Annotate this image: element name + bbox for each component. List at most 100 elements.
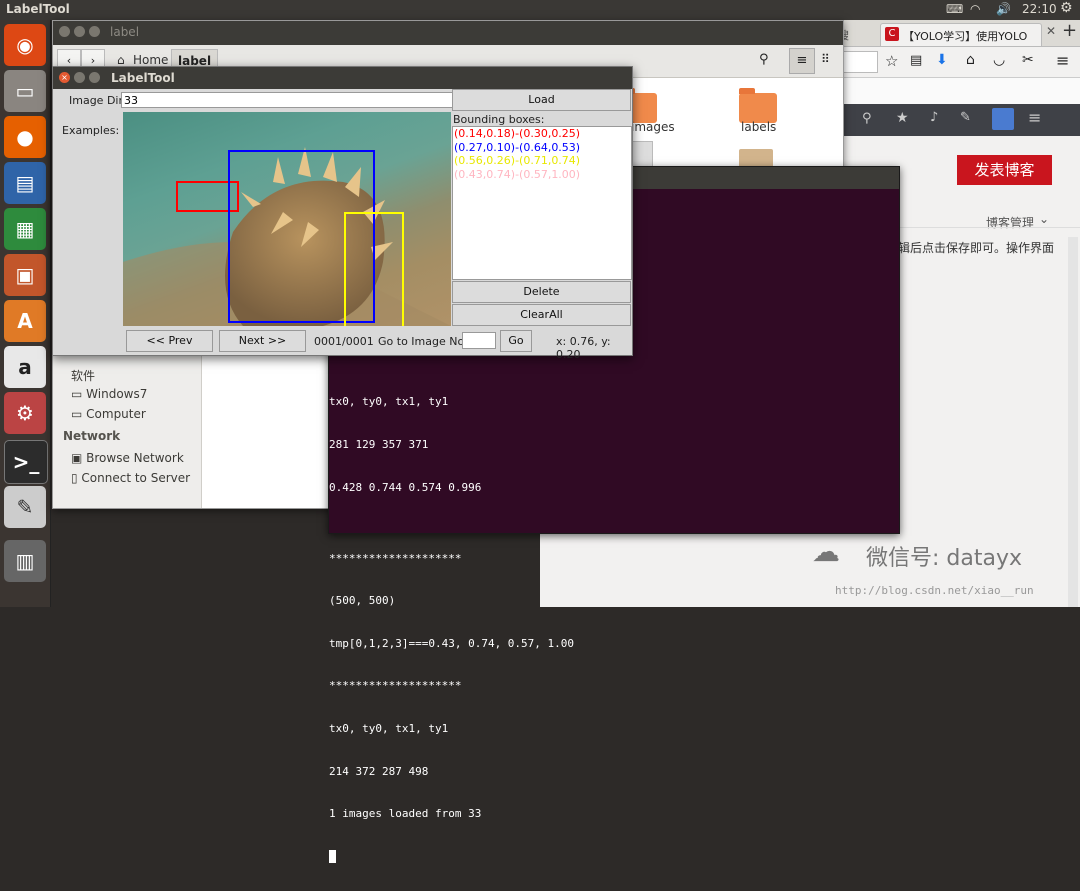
sidebar-item-label: Windows7 <box>86 387 148 401</box>
keyboard-icon[interactable]: ⌨ <box>946 2 963 16</box>
close-icon[interactable] <box>59 26 70 37</box>
chevron-down-icon[interactable]: ⌄ <box>1039 212 1049 226</box>
home-icon[interactable]: ⌂ <box>966 52 975 68</box>
clear-all-button[interactable]: ClearAll <box>452 304 631 326</box>
labeltool-titlebar: × LabelTool <box>53 67 632 89</box>
next-button[interactable]: Next >> <box>219 330 306 352</box>
pocket-icon[interactable]: ◡ <box>993 52 1005 68</box>
reading-list-icon[interactable]: ▤ <box>910 53 922 68</box>
maximize-icon[interactable] <box>89 26 100 37</box>
workspace-switcher-icon[interactable]: ▥ <box>4 540 46 582</box>
ubuntu-dash-icon[interactable]: ◉ <box>4 24 46 66</box>
window-title: LabelTool <box>111 71 175 85</box>
minimize-icon[interactable] <box>74 26 85 37</box>
drive-icon: ▭ <box>71 407 87 421</box>
load-button[interactable]: Load <box>452 89 631 111</box>
bbox-rect-yellow[interactable] <box>344 212 404 326</box>
image-dir-label: Image Dir: <box>69 94 127 107</box>
network-icon: ▣ <box>71 451 87 465</box>
top-panel: LabelTool ⌨ ◠ 🔊 22:10 ⚙ <box>0 0 1080 20</box>
close-icon[interactable]: × <box>59 72 70 83</box>
list-item[interactable]: (0.43,0.74)-(0.57,1.00) <box>453 168 631 182</box>
goto-image-input[interactable] <box>462 332 496 349</box>
terminal-line: tx0, ty0, tx1, ty1 <box>329 395 449 409</box>
csdn-favicon-icon: C <box>885 27 899 41</box>
sidebar-item-connect-server[interactable]: ▯ Connect to Server <box>71 471 190 485</box>
bbox-listbox[interactable]: (0.14,0.18)-(0.30,0.25) (0.27,0.10)-(0.6… <box>452 126 632 280</box>
terminal-line: 281 129 357 371 <box>329 438 429 452</box>
watermark-wechat: 微信号: datayx <box>866 546 1022 571</box>
csdn-toolbar: ⚲ ★ ♪ ✎ ≡ <box>840 104 1080 136</box>
drive-icon: ▭ <box>71 387 87 401</box>
avatar[interactable] <box>992 108 1014 130</box>
search-icon[interactable]: ⚲ <box>759 52 769 67</box>
active-app-title: LabelTool <box>6 2 70 16</box>
list-view-icon[interactable]: ≡ <box>789 48 815 74</box>
text-editor-icon[interactable]: ✎ <box>4 486 46 528</box>
sidebar-item-partial[interactable]: 软件 <box>71 367 95 384</box>
sidebar-item-label: Connect to Server <box>81 471 191 485</box>
software-center-icon[interactable]: A <box>4 300 46 342</box>
sidebar-item-windows7[interactable]: ▭ Windows7 <box>71 387 147 401</box>
sidebar-item-computer[interactable]: ▭ Computer <box>71 407 146 421</box>
folder-labels-label[interactable]: labels <box>741 120 776 134</box>
terminal-line: ******************** <box>329 679 462 693</box>
annotated-image[interactable] <box>123 112 451 326</box>
prev-button[interactable]: << Prev <box>126 330 213 352</box>
tab-close-icon[interactable]: ✕ <box>1046 24 1056 38</box>
favorite-star-icon[interactable]: ★ <box>896 110 909 126</box>
post-blog-button[interactable]: 发表博客 <box>957 155 1052 185</box>
clock[interactable]: 22:10 <box>1022 2 1057 16</box>
writer-icon[interactable]: ▤ <box>4 162 46 204</box>
extension-icon[interactable]: ✂ <box>1022 52 1034 68</box>
terminal-line: tx0, ty0, tx1, ty1 <box>329 722 449 736</box>
search-field[interactable] <box>840 51 878 73</box>
amazon-icon[interactable]: a <box>4 346 46 388</box>
path-home[interactable]: Home <box>133 53 168 67</box>
list-item[interactable]: (0.14,0.18)-(0.30,0.25) <box>453 127 631 141</box>
grid-view-icon[interactable]: ⠿ <box>821 52 830 66</box>
tab-yolo[interactable]: C 【YOLO学习】使用YOLO <box>880 23 1042 46</box>
volume-icon[interactable]: 🔊 <box>996 2 1011 16</box>
terminal-line: ******************** <box>329 551 462 565</box>
files-icon[interactable]: ▭ <box>4 70 46 112</box>
system-settings-icon[interactable]: ⚙ <box>4 392 46 434</box>
terminal-line: tmp[0,1,2,3]===0.43, 0.74, 0.57, 1.00 <box>329 636 575 650</box>
tab-title: 【YOLO学习】使用YOLO <box>903 30 1028 43</box>
calc-icon[interactable]: ▦ <box>4 208 46 250</box>
scrollbar[interactable] <box>1068 237 1078 607</box>
progress-label: 0001/0001 <box>314 335 374 348</box>
unity-launcher: ◉ ▭ ● ▤ ▦ ▣ A a ⚙ >_ ✎ ▥ <box>0 20 51 607</box>
image-dir-input[interactable] <box>121 92 453 108</box>
notification-bell-icon[interactable]: ♪ <box>930 110 938 125</box>
menu-icon[interactable]: ≡ <box>1028 108 1041 127</box>
examples-label: Examples: <box>62 124 120 137</box>
terminal-output: tx0, ty0, tx1, ty1 281 129 357 371 0.428… <box>329 367 895 891</box>
terminal-cursor <box>329 849 336 863</box>
blog-manage-link[interactable]: 博客管理 <box>986 214 1034 231</box>
folder-icon[interactable] <box>739 88 777 123</box>
folder-images-label[interactable]: images <box>631 120 675 134</box>
list-item[interactable]: (0.27,0.10)-(0.64,0.53) <box>453 141 631 155</box>
blog-editor-text: 辑后点击保存即可。操作界面 <box>898 241 1055 255</box>
bookmark-star-icon[interactable]: ☆ <box>885 52 898 70</box>
menu-icon[interactable]: ≡ <box>1056 51 1069 70</box>
minimize-icon[interactable] <box>74 72 85 83</box>
list-item[interactable]: (0.56,0.26)-(0.71,0.74) <box>453 154 631 168</box>
sidebar-item-label: Browse Network <box>86 451 184 465</box>
delete-button[interactable]: Delete <box>452 281 631 303</box>
wifi-icon[interactable]: ◠ <box>970 2 980 16</box>
impress-icon[interactable]: ▣ <box>4 254 46 296</box>
terminal-icon[interactable]: >_ <box>4 440 48 484</box>
edit-icon[interactable]: ✎ <box>960 110 971 125</box>
settings-gear-icon[interactable]: ⚙ <box>1060 0 1073 16</box>
window-title: label <box>110 25 140 39</box>
sidebar-item-browse-network[interactable]: ▣ Browse Network <box>71 451 184 465</box>
search-icon[interactable]: ⚲ <box>862 111 872 126</box>
download-icon[interactable]: ⬇ <box>936 52 948 68</box>
maximize-icon[interactable] <box>89 72 100 83</box>
new-tab-button[interactable]: + <box>1062 20 1077 41</box>
sidebar-item-label: Computer <box>86 407 146 421</box>
go-button[interactable]: Go <box>500 330 532 352</box>
firefox-icon[interactable]: ● <box>4 116 46 158</box>
